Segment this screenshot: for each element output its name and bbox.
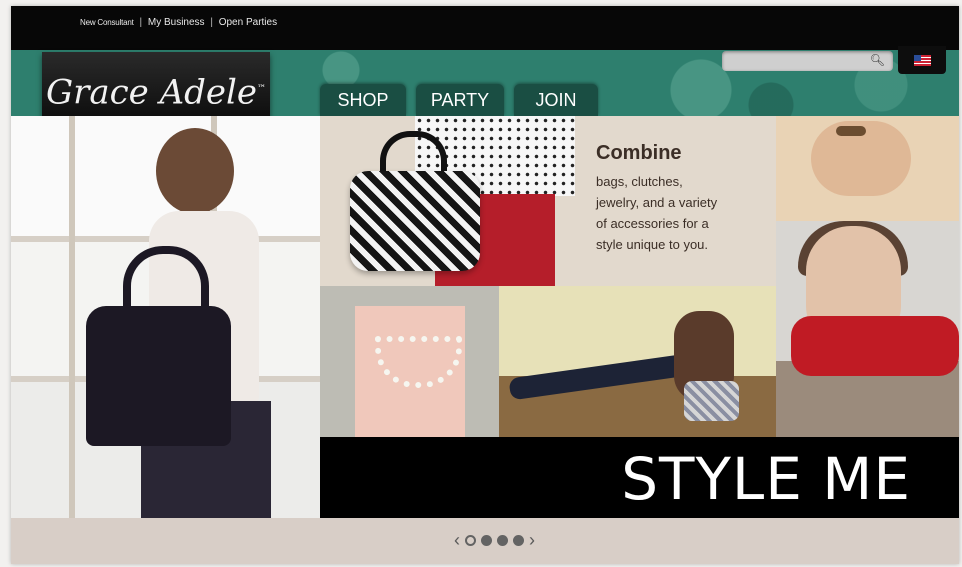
- country-selector[interactable]: [898, 46, 946, 74]
- nav-shop-tab[interactable]: SHOP: [320, 84, 406, 116]
- slide-dot-1[interactable]: [465, 534, 476, 546]
- nav-join-tab[interactable]: JOIN: [514, 84, 598, 116]
- separator: |: [139, 17, 143, 28]
- photo-figure: [156, 128, 234, 214]
- prev-slide-arrow-icon[interactable]: ‹: [454, 531, 460, 549]
- style-me-banner[interactable]: STYLE ME: [320, 437, 959, 518]
- slide-dot-2[interactable]: [481, 534, 492, 546]
- photo-bag: [684, 381, 739, 421]
- photo-bag: [86, 306, 231, 446]
- search-icon[interactable]: 🔍︎: [870, 53, 885, 67]
- my-business-link[interactable]: My Business: [148, 17, 205, 28]
- photo-bracelet: [836, 126, 866, 136]
- top-bar: [11, 6, 959, 50]
- promo-line: of accessories for a: [596, 216, 709, 231]
- new-consultant-link[interactable]: New Consultant: [80, 18, 134, 27]
- photo-scarf: [791, 316, 959, 376]
- photo-red-scarf-model[interactable]: [776, 221, 959, 437]
- grace-adele-logo[interactable]: Grace Adele™: [42, 52, 270, 126]
- slide-dot-4[interactable]: [513, 534, 524, 546]
- logo-tm: ™: [257, 84, 267, 94]
- zebra-bag-photo: [350, 171, 480, 271]
- banner-text: STYLE ME: [621, 445, 911, 513]
- open-parties-link[interactable]: Open Parties: [219, 17, 277, 28]
- search-input[interactable]: 🔍︎: [722, 51, 893, 71]
- logo-text: Grace Adele: [45, 72, 258, 113]
- nav-party-tab[interactable]: PARTY: [416, 84, 504, 116]
- photo-sitting-model[interactable]: [499, 286, 776, 437]
- promo-line: bags, clutches,: [596, 174, 683, 189]
- promo-text: bags, clutches, jewelry, and a variety o…: [596, 171, 766, 255]
- hero-photo-girl-with-bag[interactable]: [11, 116, 320, 518]
- next-slide-arrow-icon[interactable]: ›: [529, 531, 535, 549]
- separator: |: [210, 17, 213, 28]
- us-flag-icon[interactable]: [914, 55, 931, 66]
- top-links: New Consultant | My Business | Open Part…: [80, 17, 277, 28]
- photo-hands-bracelet[interactable]: [776, 116, 959, 221]
- promo-title: Combine: [596, 142, 682, 164]
- slide-dot-3[interactable]: [497, 534, 508, 546]
- photo-necklace[interactable]: [320, 286, 499, 437]
- promo-line: style unique to you.: [596, 237, 709, 252]
- slide-pager: ‹ ›: [454, 530, 535, 550]
- promo-line: jewelry, and a variety: [596, 195, 718, 210]
